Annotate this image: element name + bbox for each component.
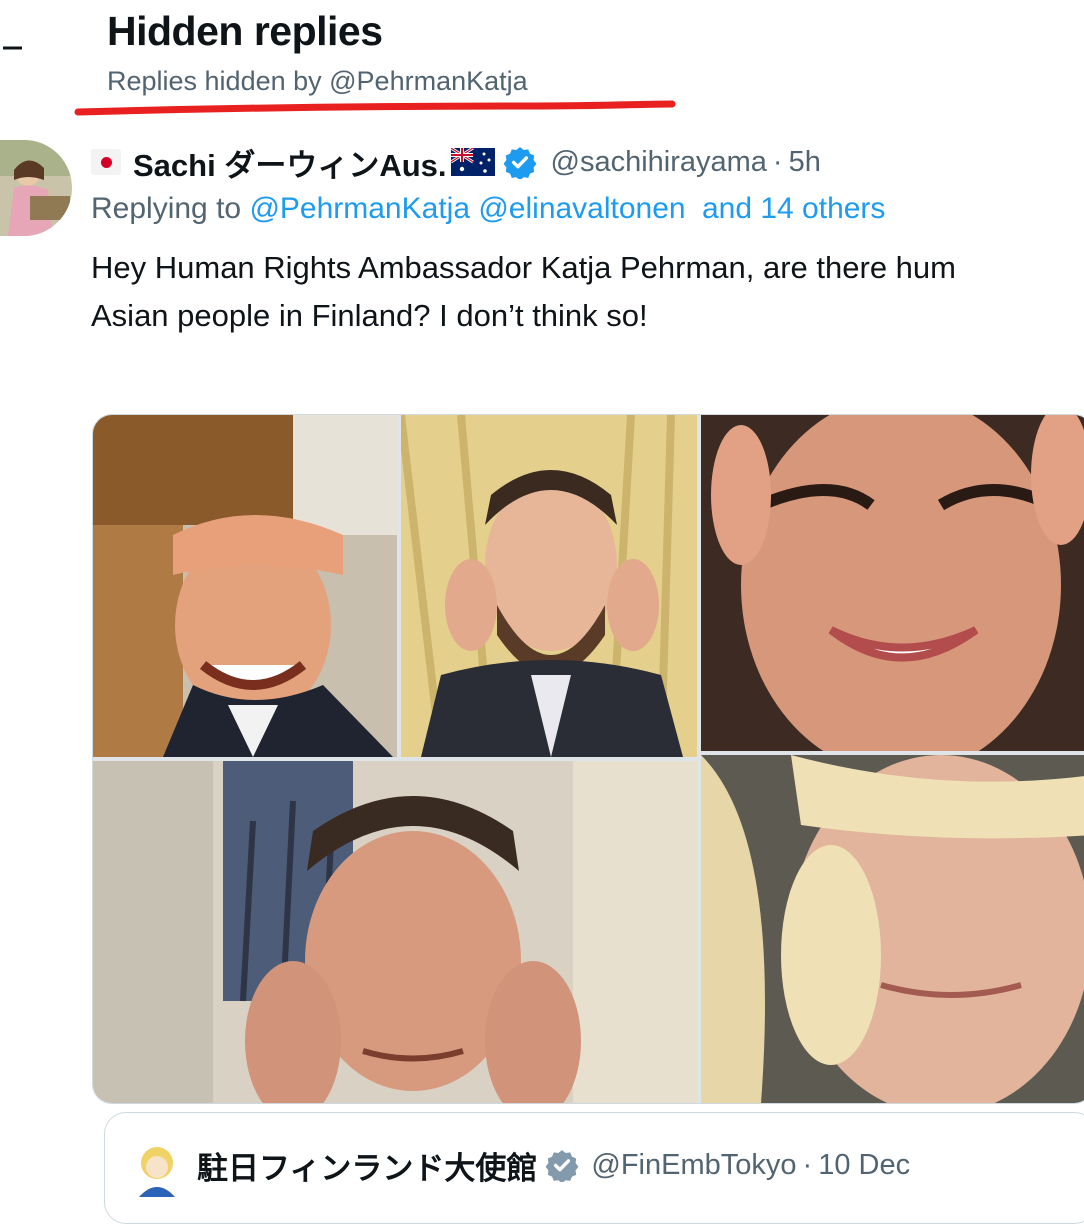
replying-to-line: Replying to @PehrmanKatja @elinavaltonen…	[91, 192, 885, 226]
quote-avatar[interactable]	[131, 1141, 183, 1197]
tweet-media-grid[interactable]	[92, 414, 1084, 1104]
replying-to-label: Replying to	[91, 192, 250, 225]
author-handle[interactable]: @sachihirayama	[551, 146, 767, 179]
tweet-author-row: Sachi ダーウィンAus. @sachihirayama · 5h	[91, 140, 821, 184]
media-photo[interactable]	[93, 761, 697, 1103]
tweet-text-line: Hey Human Rights Ambassador Katja Pehrma…	[91, 250, 956, 285]
tweet-timestamp[interactable]: 5h	[789, 146, 821, 179]
media-photo[interactable]	[701, 415, 1084, 751]
media-photo[interactable]	[93, 415, 397, 757]
media-photo[interactable]	[401, 415, 697, 757]
page-title: Hidden replies	[107, 8, 383, 54]
quote-handle[interactable]: @FinEmbTokyo	[591, 1149, 796, 1182]
tweet-text: Hey Human Rights Ambassador Katja Pehrma…	[91, 244, 1084, 340]
verified-badge-icon	[503, 147, 536, 179]
quote-author-row: 駐日フィンランド大使館 @FinEmbTokyo · 10 Dec	[197, 1143, 910, 1187]
author-display-name[interactable]: Sachi ダーウィンAus.	[133, 140, 447, 185]
media-photo[interactable]	[701, 755, 1084, 1103]
others-link[interactable]: and 14 others	[702, 192, 885, 225]
avatar[interactable]	[0, 140, 72, 236]
mention-link[interactable]: @PehrmanKatja	[249, 192, 470, 225]
back-arrow-icon[interactable]	[0, 28, 22, 68]
red-annotation-underline	[74, 100, 676, 116]
japan-flag-icon	[91, 149, 121, 175]
verified-badge-icon	[545, 1150, 579, 1182]
separator-dot: ·	[802, 1148, 813, 1181]
quote-display-name[interactable]: 駐日フィンランド大使館	[197, 1143, 537, 1188]
australia-flag-icon	[450, 148, 495, 176]
page-subtitle: Replies hidden by @PehrmanKatja	[107, 66, 528, 96]
tweet-text-line: Asian people in Finland? I don’t think s…	[91, 298, 648, 333]
quote-timestamp[interactable]: 10 Dec	[818, 1149, 910, 1182]
quoted-tweet[interactable]: 駐日フィンランド大使館 @FinEmbTokyo · 10 Dec	[104, 1112, 1084, 1224]
mention-link[interactable]: @elinavaltonen	[478, 192, 685, 225]
separator-dot: ·	[772, 145, 783, 178]
